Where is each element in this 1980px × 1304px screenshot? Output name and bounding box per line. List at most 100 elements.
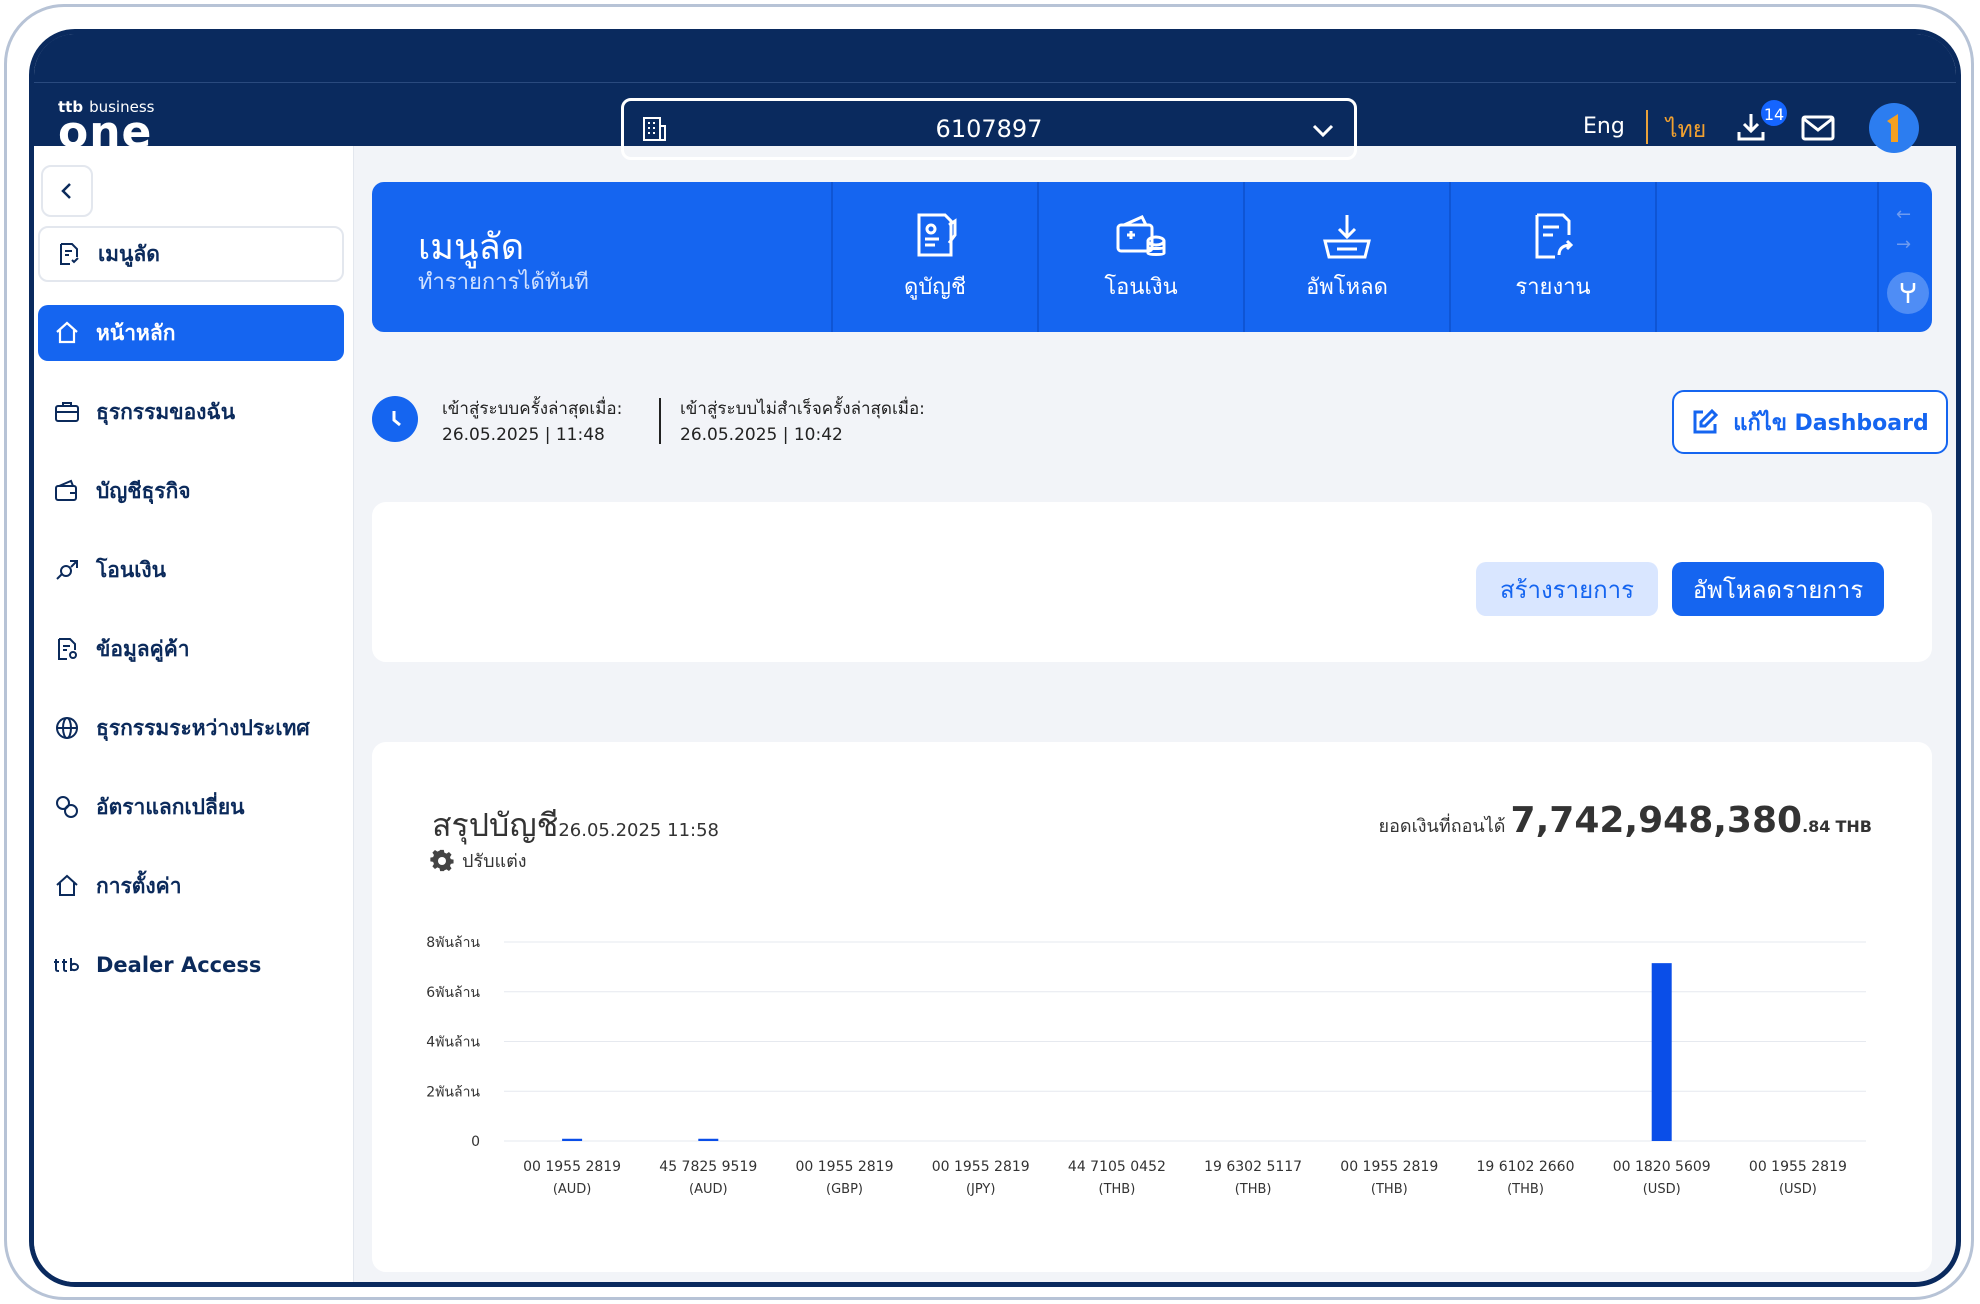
wallet-icon (52, 476, 82, 506)
app-screen: ttb business one 6107897 Eng ไทย 14 เมนู… (29, 29, 1961, 1287)
sidebar: เมนูลัด หน้าหลัก ธุรกรรมของฉัน บัญชีธุรก… (34, 146, 354, 1282)
sidebar-nav: เมนูลัด หน้าหลัก ธุรกรรมของฉัน บัญชีธุรก… (34, 226, 354, 1016)
account-number: 6107897 (935, 115, 1043, 143)
top-bar: ttb business one 6107897 Eng ไทย 14 (34, 34, 1956, 160)
sidebar-collapse-button[interactable] (41, 165, 93, 217)
x-tick-label: 00 1955 2819 (1749, 1159, 1847, 1175)
edit-dashboard-label: แก้ไข Dashboard (1733, 410, 1929, 436)
chevron-down-icon (1310, 117, 1336, 149)
quick-item-label: ดูบัญชี (904, 274, 966, 300)
sidebar-item-label: เมนูลัด (98, 241, 160, 266)
avatar-icon (1887, 114, 1898, 142)
settings-home-icon (52, 871, 82, 901)
x-tick-label: 00 1820 5609 (1613, 1159, 1711, 1175)
account-balance-chart: 0 2พันล้าน 4พันล้าน 6พันล้าน 8พันล้าน 00 1955… (426, 935, 1866, 1197)
arrow-left-icon[interactable]: ← (1896, 204, 1911, 225)
x-tick-label: 00 1955 2819 (1340, 1159, 1438, 1175)
quick-item-label: โอนเงิน (1104, 274, 1178, 300)
sidebar-item-transfer[interactable]: โอนเงิน (38, 542, 344, 598)
exchange-icon (52, 792, 82, 822)
x-tick-currency: (USD) (1779, 1182, 1817, 1197)
x-tick-currency: (THB) (1371, 1182, 1408, 1197)
quick-transfer[interactable]: โอนเงิน (1037, 182, 1243, 332)
download-badge: 14 (1759, 98, 1789, 128)
customize-button[interactable]: ปรับแต่ง (430, 846, 527, 875)
wallet-transfer-icon (1116, 214, 1166, 256)
create-transaction-button[interactable]: สร้างรายการ (1476, 562, 1658, 616)
sidebar-item-label: อัตราแลกเปลี่ยน (96, 794, 245, 819)
sidebar-item-exchange-rate[interactable]: อัตราแลกเปลี่ยน (38, 779, 344, 835)
x-tick-currency: (GBP) (826, 1182, 863, 1197)
x-tick-currency: (USD) (1643, 1182, 1681, 1197)
partner-icon (52, 634, 82, 664)
sidebar-item-quick-menu[interactable]: เมนูลัด (38, 226, 344, 282)
x-tick-label: 19 6302 5117 (1204, 1159, 1302, 1175)
balance-currency: THB (1835, 817, 1873, 836)
x-tick-currency: (AUD) (689, 1182, 728, 1197)
home-icon (52, 318, 82, 348)
mail-icon[interactable] (1801, 114, 1835, 146)
sidebar-item-label: ธุรกรรมระหว่างประเทศ (96, 715, 310, 740)
account-summary-card: สรุปบัญชี26.05.2025 11:58 ปรับแต่ง ยอดเง… (372, 742, 1932, 1272)
sidebar-item-label: โอนเงิน (96, 557, 167, 582)
briefcase-icon (52, 397, 82, 427)
x-tick-currency: (THB) (1235, 1182, 1272, 1197)
wrench-icon[interactable] (1887, 272, 1929, 314)
y-tick-label: 6พันล้าน (426, 985, 480, 1001)
lang-divider (1646, 110, 1648, 144)
quick-empty-slot (1655, 182, 1861, 332)
transfer-icon (52, 555, 82, 585)
balance-decimal: .84 (1802, 817, 1831, 836)
quick-menu-controls: ← → (1877, 182, 1932, 332)
last-login: เข้าสู่ระบบครั้งล่าสุดเมื่อ: 26.05.2025 … (442, 396, 622, 448)
clock-icon (372, 396, 418, 442)
summary-title: สรุปบัญชี (432, 806, 559, 844)
sidebar-item-dealer-access[interactable]: Dealer Access (38, 937, 344, 993)
sidebar-item-label: ข้อมูลคู่ค้า (96, 636, 190, 661)
report-icon (1535, 213, 1574, 258)
bar (1651, 963, 1672, 1141)
sidebar-item-label: Dealer Access (96, 953, 262, 977)
sidebar-item-home[interactable]: หน้าหลัก (38, 305, 344, 361)
last-failed-label: เข้าสู่ระบบไม่สำเร็จครั้งล่าสุดเมื่อ: (680, 399, 925, 419)
summary-date: 26.05.2025 11:58 (558, 820, 719, 841)
sidebar-item-partner-info[interactable]: ข้อมูลคู่ค้า (38, 621, 344, 677)
lang-thai[interactable]: ไทย (1666, 112, 1706, 148)
lang-english[interactable]: Eng (1583, 114, 1625, 139)
last-failed-value: 26.05.2025 | 10:42 (680, 425, 843, 445)
x-tick-currency: (JPY) (966, 1182, 995, 1197)
x-tick-label: 45 7825 9519 (659, 1159, 757, 1175)
quick-report[interactable]: รายงาน (1449, 182, 1655, 332)
y-tick-label: 0 (471, 1134, 480, 1150)
y-tick-label: 2พันล้าน (426, 1084, 480, 1100)
divider (659, 398, 661, 444)
device-frame: ttb business one 6107897 Eng ไทย 14 เมนู… (4, 4, 1974, 1300)
main-content: เมนูลัด ทำรายการได้ทันที ดูบัญชี โอนเงิน (354, 146, 1956, 1282)
x-tick-currency: (THB) (1507, 1182, 1544, 1197)
globe-icon (52, 713, 82, 743)
arrow-right-icon[interactable]: → (1896, 234, 1911, 255)
sidebar-item-settings[interactable]: การตั้งค่า (38, 858, 344, 914)
edit-icon (1693, 408, 1719, 434)
login-info: เข้าสู่ระบบครั้งล่าสุดเมื่อ: 26.05.2025 … (372, 390, 1948, 466)
sidebar-item-international[interactable]: ธุรกรรมระหว่างประเทศ (38, 700, 344, 756)
action-card: สร้างรายการ อัพโหลดรายการ (372, 502, 1932, 662)
x-tick-label: 00 1955 2819 (932, 1159, 1030, 1175)
upload-transaction-button[interactable]: อัพโหลดรายการ (1672, 562, 1884, 616)
x-tick-currency: (THB) (1099, 1182, 1136, 1197)
sidebar-item-label: หน้าหลัก (96, 320, 176, 345)
view-account-icon (917, 213, 957, 256)
sidebar-item-label: การตั้งค่า (96, 873, 182, 898)
edit-dashboard-button[interactable]: แก้ไข Dashboard (1672, 390, 1948, 454)
quick-view-account[interactable]: ดูบัญชี (831, 182, 1037, 332)
x-tick-currency: (AUD) (553, 1182, 592, 1197)
quick-upload[interactable]: อัพโหลด (1243, 182, 1449, 332)
quick-menu-icon (54, 239, 84, 269)
x-tick-label: 00 1955 2819 (796, 1159, 894, 1175)
balance-label: ยอดเงินที่ถอนได้ (1378, 816, 1506, 837)
sidebar-item-business-account[interactable]: บัญชีธุรกิจ (38, 463, 344, 519)
x-tick-label: 19 6102 2660 (1477, 1159, 1575, 1175)
sidebar-item-label: ธุรกรรมของฉัน (96, 399, 236, 424)
last-login-value: 26.05.2025 | 11:48 (442, 425, 605, 445)
sidebar-item-my-transactions[interactable]: ธุรกรรมของฉัน (38, 384, 344, 440)
